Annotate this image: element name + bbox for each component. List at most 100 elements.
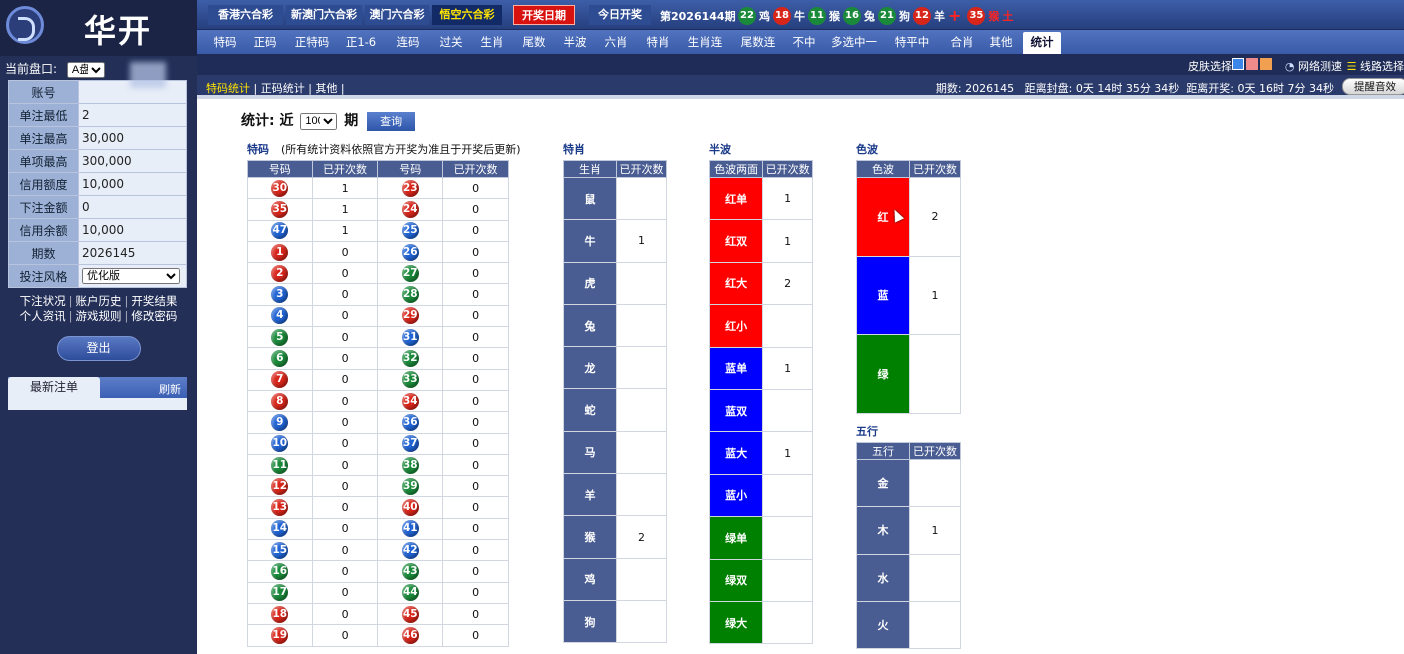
count-cell: 0 <box>442 496 509 519</box>
nav-item[interactable]: 正特码 <box>287 30 337 54</box>
lottery-tab-macau[interactable]: 澳门六合彩 <box>365 5 429 25</box>
table-row: 火 <box>855 600 961 650</box>
remind-sound-button[interactable]: 提醒音效 <box>1342 78 1404 95</box>
lottery-tab-wukong[interactable]: 悟空六合彩 <box>432 5 502 25</box>
current-pan-row: 当前盘口: A盘 <box>0 58 197 80</box>
stat-sub-link[interactable]: 正码统计 <box>261 82 305 95</box>
count-cell: 1 <box>909 506 961 555</box>
special-result-element: 土 <box>1002 9 1014 23</box>
count-cell: 1 <box>762 431 813 475</box>
latest-bets-tab[interactable]: 最新注单 <box>8 377 100 400</box>
nav-item[interactable]: 半波 <box>557 30 593 54</box>
result-ball: 12 <box>913 6 931 25</box>
account-link[interactable]: 个人资讯 <box>20 309 66 323</box>
number-cell: 31 <box>377 326 444 349</box>
line-select-link[interactable]: ☰ 线路选择 <box>1347 58 1404 74</box>
lottery-topbar: 香港六合彩 新澳门六合彩 澳门六合彩 悟空六合彩 开奖日期 今日开奖 第2026… <box>197 0 1404 30</box>
number-ball: 39 <box>401 477 419 495</box>
table-row: 17 0 44 0 <box>247 581 509 604</box>
table-row: 18 0 45 0 <box>247 602 509 626</box>
period-countdown: 期数: 2026145 距离封盘: 0天 14时 35分 34秒 距离开奖: 0… <box>936 80 1334 96</box>
count-cell: 0 <box>442 262 509 285</box>
half-wave-table: 色波两面 已开次数 红单 1 红双 1 红大 2 红小 蓝单 1 蓝双 蓝大 1 蓝小 绿单 绿双 绿大 <box>708 160 813 645</box>
count-cell: 0 <box>442 198 509 221</box>
number-ball: 43 <box>401 562 419 580</box>
nav-item[interactable]: 统计 <box>1023 32 1061 54</box>
col-zodiac-count: 已开次数 <box>616 160 667 178</box>
today-draw-button[interactable]: 今日开奖 <box>589 5 651 25</box>
account-link[interactable]: 下注状况 <box>20 294 66 308</box>
skin-pink-swatch[interactable] <box>1246 58 1258 70</box>
lottery-tab-hk[interactable]: 香港六合彩 <box>208 5 283 25</box>
account-link[interactable]: 开奖结果 <box>131 294 177 308</box>
account-links: 下注状况 | 账户历史 | 开奖结果 个人资讯 | 游戏规则 | 修改密码 <box>0 294 197 324</box>
period-count-select[interactable]: 100 <box>300 112 338 130</box>
nav-item[interactable]: 特平中 <box>887 30 937 54</box>
zodiac-cell: 牛 <box>562 219 618 263</box>
nav-item[interactable]: 尾数连 <box>734 30 782 54</box>
nav-item[interactable]: 正1-6 <box>341 30 381 54</box>
nav-item[interactable]: 生肖连 <box>681 30 729 54</box>
count-cell: 0 <box>442 326 509 349</box>
pan-select[interactable]: A盘 <box>66 61 105 78</box>
nav-item[interactable]: 连码 <box>390 30 426 54</box>
skin-blue-swatch[interactable] <box>1232 58 1244 70</box>
account-link[interactable]: 游戏规则 <box>76 309 122 323</box>
link-separator: | <box>124 294 129 308</box>
nav-item[interactable]: 六肖 <box>598 30 634 54</box>
info-key: 单注最低 <box>8 103 79 127</box>
count-cell <box>616 176 667 221</box>
number-ball: 28 <box>401 286 419 304</box>
count-cell <box>762 473 813 518</box>
number-cell: 19 <box>247 624 313 647</box>
nav-item[interactable]: 特码 <box>207 30 243 54</box>
half-wave-cell: 红小 <box>708 304 764 348</box>
info-value: 2026145 <box>78 241 187 265</box>
nav-item[interactable]: 过关 <box>433 30 469 54</box>
sidebar: 华开 当前盘口: A盘 账号 单注最低 2 单注最高 30,000 单项最高 300,000… <box>0 0 197 654</box>
refresh-button[interactable]: 刷新 <box>159 381 181 397</box>
nav-item[interactable]: 多选中一 <box>825 30 883 54</box>
number-ball: 24 <box>401 200 419 218</box>
result-zodiac: 猴 <box>829 9 840 23</box>
skin-orange-swatch[interactable] <box>1260 58 1272 70</box>
count-cell: 1 <box>311 198 379 221</box>
color-wave-table: 色波 已开次数 红2蓝1绿 <box>855 160 961 414</box>
bet-type-nav: 特码 正码 正特码 正1-6 连码 过关 生肖 尾数 半波 六肖 特肖 生肖连 尾数连 不中 多选中一 特平中… <box>197 30 1404 54</box>
info-value: 300,000 <box>78 149 187 173</box>
nav-item[interactable]: 生肖 <box>474 30 510 54</box>
count-cell: 0 <box>442 475 509 498</box>
main-area: 香港六合彩 新澳门六合彩 澳门六合彩 悟空六合彩 开奖日期 今日开奖 第2026… <box>197 0 1404 654</box>
query-button[interactable]: 查询 <box>367 111 416 131</box>
count-cell: 0 <box>442 453 509 477</box>
zodiac-table: 生肖 已开次数 鼠牛1虎兔龙蛇马羊猴2鸡狗 <box>562 160 667 644</box>
result-zodiac: 鸡 <box>759 9 770 23</box>
logout-button[interactable]: 登出 <box>56 336 141 361</box>
info-value: 30,000 <box>78 126 187 150</box>
account-link[interactable]: 修改密码 <box>131 309 177 323</box>
nav-item[interactable]: 正码 <box>247 30 283 54</box>
bet-style-select[interactable]: 优化版 <box>82 268 180 284</box>
number-ball: 2 <box>271 264 289 282</box>
number-ball: 8 <box>271 392 289 410</box>
nav-item[interactable]: 其他 <box>983 30 1019 54</box>
stat-sub-link[interactable]: 其他 <box>315 82 337 95</box>
nav-item[interactable]: 特肖 <box>640 30 676 54</box>
count-cell: 1 <box>616 219 667 263</box>
link-separator: | <box>124 309 129 323</box>
plus-icon: + <box>948 6 962 25</box>
stat-sub-link[interactable]: 特码统计 <box>206 82 250 95</box>
half-wave-cell: 蓝单 <box>708 346 764 390</box>
number-cell: 23 <box>377 176 444 200</box>
network-test-link[interactable]: ◔ 网络测速 <box>1285 58 1342 74</box>
table-row: 6 0 32 0 <box>247 347 509 370</box>
account-link[interactable]: 账户历史 <box>76 294 122 308</box>
lottery-tab-new-macau[interactable]: 新澳门六合彩 <box>286 5 362 25</box>
nav-item[interactable]: 不中 <box>787 30 821 54</box>
nav-item[interactable]: 合肖 <box>945 30 979 54</box>
number-ball: 36 <box>401 413 419 431</box>
draw-date-button[interactable]: 开奖日期 <box>513 5 575 25</box>
count-cell <box>616 599 667 644</box>
nav-item[interactable]: 尾数 <box>516 30 552 54</box>
latest-bets-header: 最新注单 刷新 <box>8 377 187 400</box>
